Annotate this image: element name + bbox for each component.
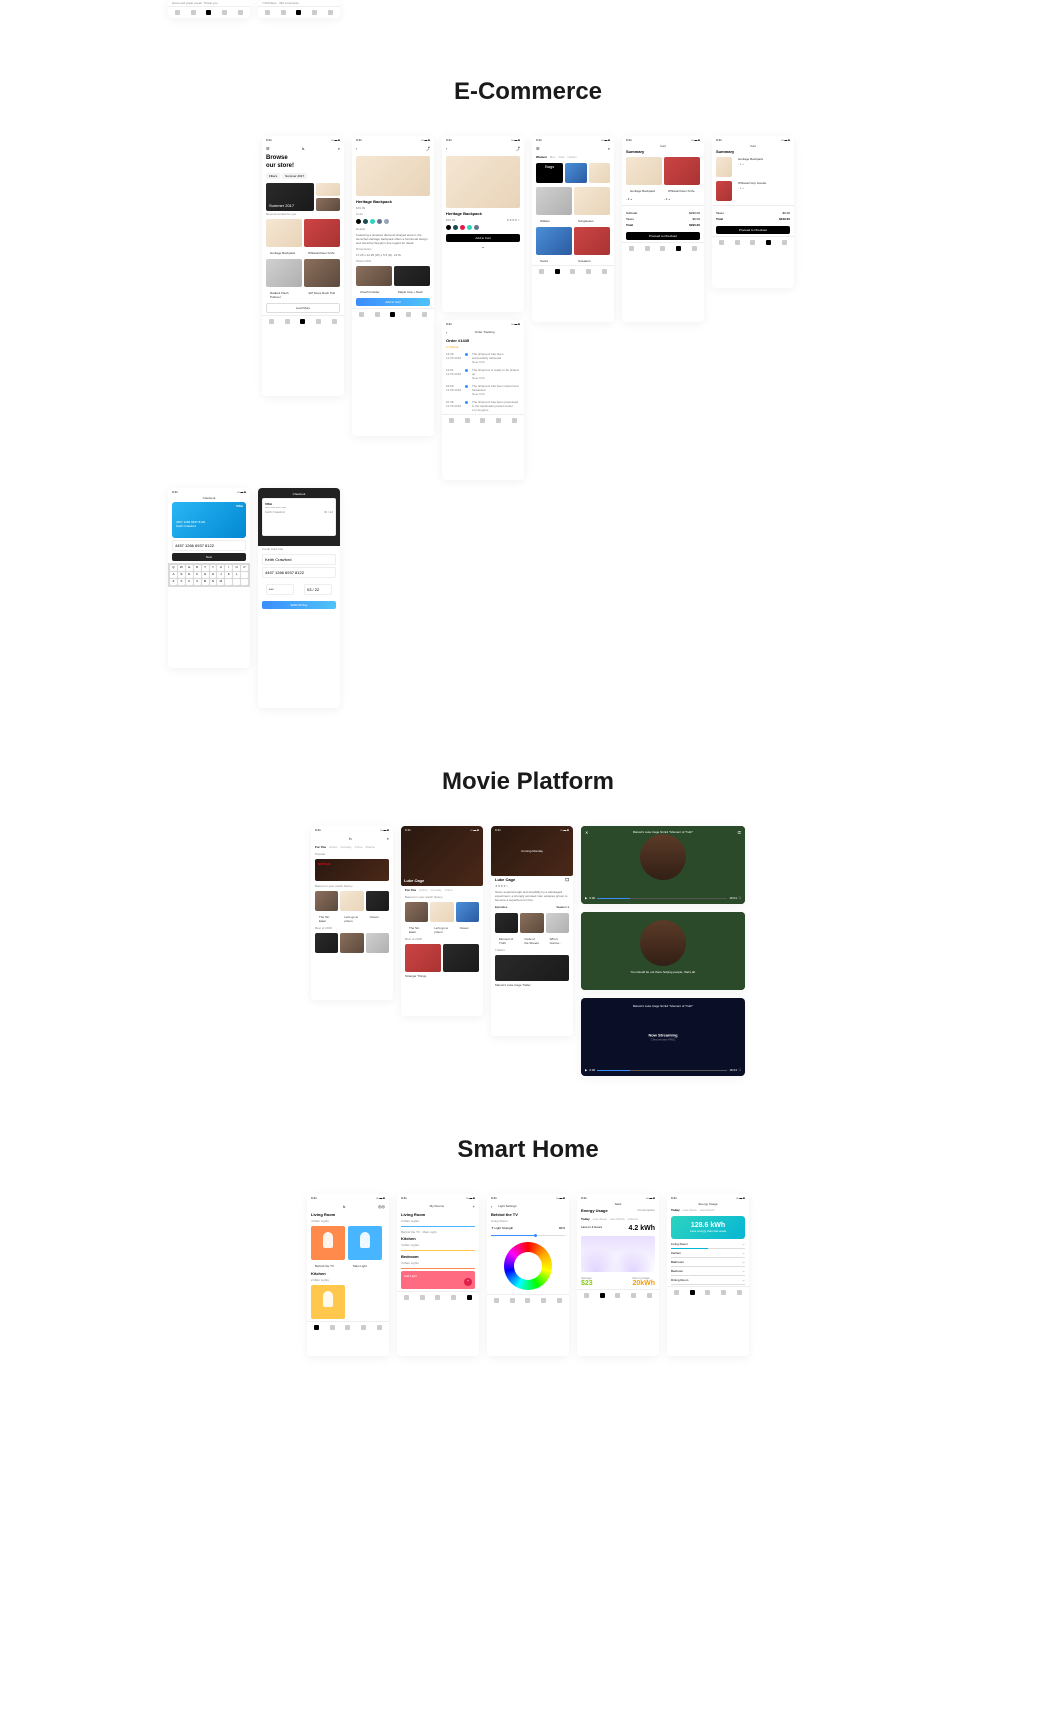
category-chip[interactable]: Bags	[536, 163, 563, 183]
back-icon[interactable]: ‹	[491, 1204, 492, 1209]
close-icon[interactable]: ✕	[585, 830, 588, 835]
play-icon[interactable]: ▶	[585, 896, 587, 900]
screen-movie-detail: 9:41•• ▬ ■ Coming Monday Luke Cage☐ ★★★★…	[491, 826, 573, 1036]
detail-hero: 9:41•• ▬ ■ Coming Monday	[491, 826, 573, 876]
light-tile[interactable]	[311, 1285, 345, 1319]
hero-banner[interactable]: Summer 2017	[266, 183, 314, 211]
progress-bar[interactable]	[597, 898, 727, 899]
screen-checkout-form: Checkout VISA **** **** **** **** Keith …	[258, 488, 340, 708]
name-input[interactable]: Keith Crawford	[262, 554, 336, 565]
screen-categories: 9:41•• ▬ ■ ☰⌕ WomenMenKidsUnisex Bags Wa…	[532, 136, 614, 322]
add-to-cart-button[interactable]: Add to Cart	[356, 298, 430, 306]
fullscreen-icon[interactable]: ⛶	[739, 1068, 741, 1072]
screen-order-tracking: 9:41•• ▬ ■ ‹Order Tracking Order #1445 I…	[442, 320, 524, 480]
load-more-button[interactable]: Load More	[266, 303, 340, 313]
pay-button[interactable]: $290.00 Pay	[262, 601, 336, 609]
back-icon[interactable]: ‹	[446, 330, 447, 335]
menu-icon[interactable]: ☰	[536, 146, 540, 151]
bottom-nav[interactable]	[262, 315, 344, 327]
partial-screen-1: photo and great ocean. Thank you	[168, 0, 250, 18]
fullscreen-icon[interactable]: ⛶	[739, 896, 741, 900]
search-icon[interactable]: ⌕	[338, 146, 340, 151]
filters-button[interactable]: Filters	[266, 173, 280, 179]
video-player-cast: Marvel's Luke Cage S1:E1 "Moment of Trut…	[581, 998, 745, 1076]
cvv-input[interactable]: ***	[266, 584, 294, 595]
keyboard[interactable]: QWERTYUIOP ASDFGHJKL ZXCVBNM	[168, 563, 250, 587]
screen-product-detail: 9:41•• ▬ ■ ‹⤴ Heritage Backpack $39.99 C…	[352, 136, 434, 436]
screen-product-card: 9:41•• ▬ ■ ‹⤴ Heritage Backpack $39.99★★…	[442, 136, 524, 312]
video-player-1: Marvel's Luke Cage S1:E1 "Moment of Trut…	[581, 826, 745, 904]
add-to-cart-button[interactable]: Add to Cart	[446, 234, 520, 242]
settings-icon[interactable]: ◎◎	[378, 1204, 385, 1209]
screen-energy-detail: 9:41•• ▬ ■ Energy Usage TodayLast WeekLa…	[667, 1194, 749, 1356]
player[interactable]: Marvel's Luke Cage S1:E1 "Moment of Trut…	[581, 826, 745, 904]
expiry-input[interactable]: 03 / 22	[304, 584, 332, 595]
hero-banner[interactable]: 9:41•• ▬ ■ Luke Cage	[401, 826, 483, 886]
share-icon[interactable]: ⤴	[426, 146, 430, 152]
screen-my-rooms: 9:41•• ▬ ■ My Rooms+ Living Room2 Main L…	[397, 1194, 479, 1356]
screen-rooms: 9:41•• ▬ ■ h.◎◎ Living Room 4 Main Light…	[307, 1194, 389, 1356]
screen-light-settings: 9:41•• ▬ ■ ‹Light Settings Behind the TV…	[487, 1194, 569, 1356]
screen-cart-summary: 9:41•• ▬ ■ Cart Summary Heritage Backpac…	[622, 136, 704, 322]
product-title: Heritage Backpack	[352, 198, 434, 205]
menu-icon[interactable]: ☰	[266, 146, 270, 151]
screen-movie-home: 9:41•• ▬ ■ h.⌕ For YouActionComedyCrimeD…	[311, 826, 393, 1000]
cast-icon[interactable]: ⎚	[738, 830, 741, 835]
video-player-2: You should be out there helping people, …	[581, 912, 745, 990]
trailer-thumb[interactable]	[495, 955, 569, 981]
category-tabs[interactable]: WomenMenKidsUnisex	[532, 153, 614, 161]
screen-cart-list: 9:41•• ▬ ■ Cart Summary Heritage Backpac…	[712, 136, 794, 288]
product-image	[446, 156, 520, 208]
cart-item[interactable]: Whitetail Grip Hoodie- 1 +	[712, 179, 794, 203]
add-room-tile[interactable]: Add Light+	[401, 1271, 475, 1289]
product-thumb[interactable]	[266, 259, 302, 287]
brightness-slider[interactable]	[491, 1234, 565, 1238]
next-button[interactable]: Next	[172, 553, 246, 561]
screen-movie-hero: 9:41•• ▬ ■ Luke Cage For YouActionComedy…	[401, 826, 483, 1016]
product-thumb[interactable]	[304, 259, 340, 287]
search-icon[interactable]: ⌕	[387, 836, 389, 841]
card-number-input[interactable]: 4457 1266 6937 8122	[262, 567, 336, 578]
section-movie: Movie Platform	[0, 768, 1056, 796]
product-thumb[interactable]	[266, 219, 302, 247]
usage-chart	[581, 1236, 655, 1272]
light-tile[interactable]	[311, 1226, 345, 1260]
card-preview: VISA **** **** **** **** Keith Crawford0…	[262, 498, 336, 536]
checkout-button[interactable]: Proceed to Checkout	[716, 226, 790, 234]
play-icon[interactable]: ▶	[585, 1068, 587, 1072]
color-wheel[interactable]	[504, 1242, 552, 1290]
card-input[interactable]: 4457 1266 6937 8122	[172, 540, 246, 551]
screen-browse: 9:41•• ▬ ■ ☰h.⌕ Browse our store! Filter…	[262, 136, 344, 396]
page-title: Browse	[262, 153, 344, 163]
order-title: Order #1445	[442, 337, 524, 344]
add-icon[interactable]: +	[473, 1204, 475, 1209]
share-icon[interactable]: ⤴	[516, 146, 520, 152]
product-thumb[interactable]	[304, 219, 340, 247]
screen-stats: 9:41•• ▬ ■ Stats Energy UsageConsumption…	[577, 1194, 659, 1356]
section-ecommerce: E-Commerce	[0, 78, 1056, 106]
energy-panel: 128.6 kWh Less energy than last week	[671, 1216, 745, 1239]
color-swatches[interactable]	[352, 217, 434, 226]
search-icon[interactable]: ⌕	[608, 146, 610, 151]
bookmark-icon[interactable]: ☐	[565, 877, 569, 882]
movie-hero[interactable]: NETFLIX	[315, 859, 389, 881]
product-image	[356, 156, 430, 196]
screen-checkout-card: 9:41•• ▬ ■ Checkout VISA 4457 1266 6937 …	[168, 488, 250, 668]
partial-screen-2: 7.530 likes · 446 comments	[258, 0, 340, 18]
back-icon[interactable]: ‹	[356, 146, 357, 152]
cart-item[interactable]: Heritage Backpack- 1 +	[712, 155, 794, 179]
movie-tabs[interactable]: For YouActionComedyCrimeDrama	[311, 843, 393, 851]
light-tile[interactable]	[348, 1226, 382, 1260]
credit-card: VISA 4457 1266 6937 8122 Keith Crawford	[172, 502, 246, 538]
section-smarthome: Smart Home	[0, 1136, 1056, 1164]
checkout-button[interactable]: Proceed to Checkout	[626, 232, 700, 240]
back-icon[interactable]: ‹	[446, 146, 447, 152]
color-swatches[interactable]	[442, 223, 524, 232]
